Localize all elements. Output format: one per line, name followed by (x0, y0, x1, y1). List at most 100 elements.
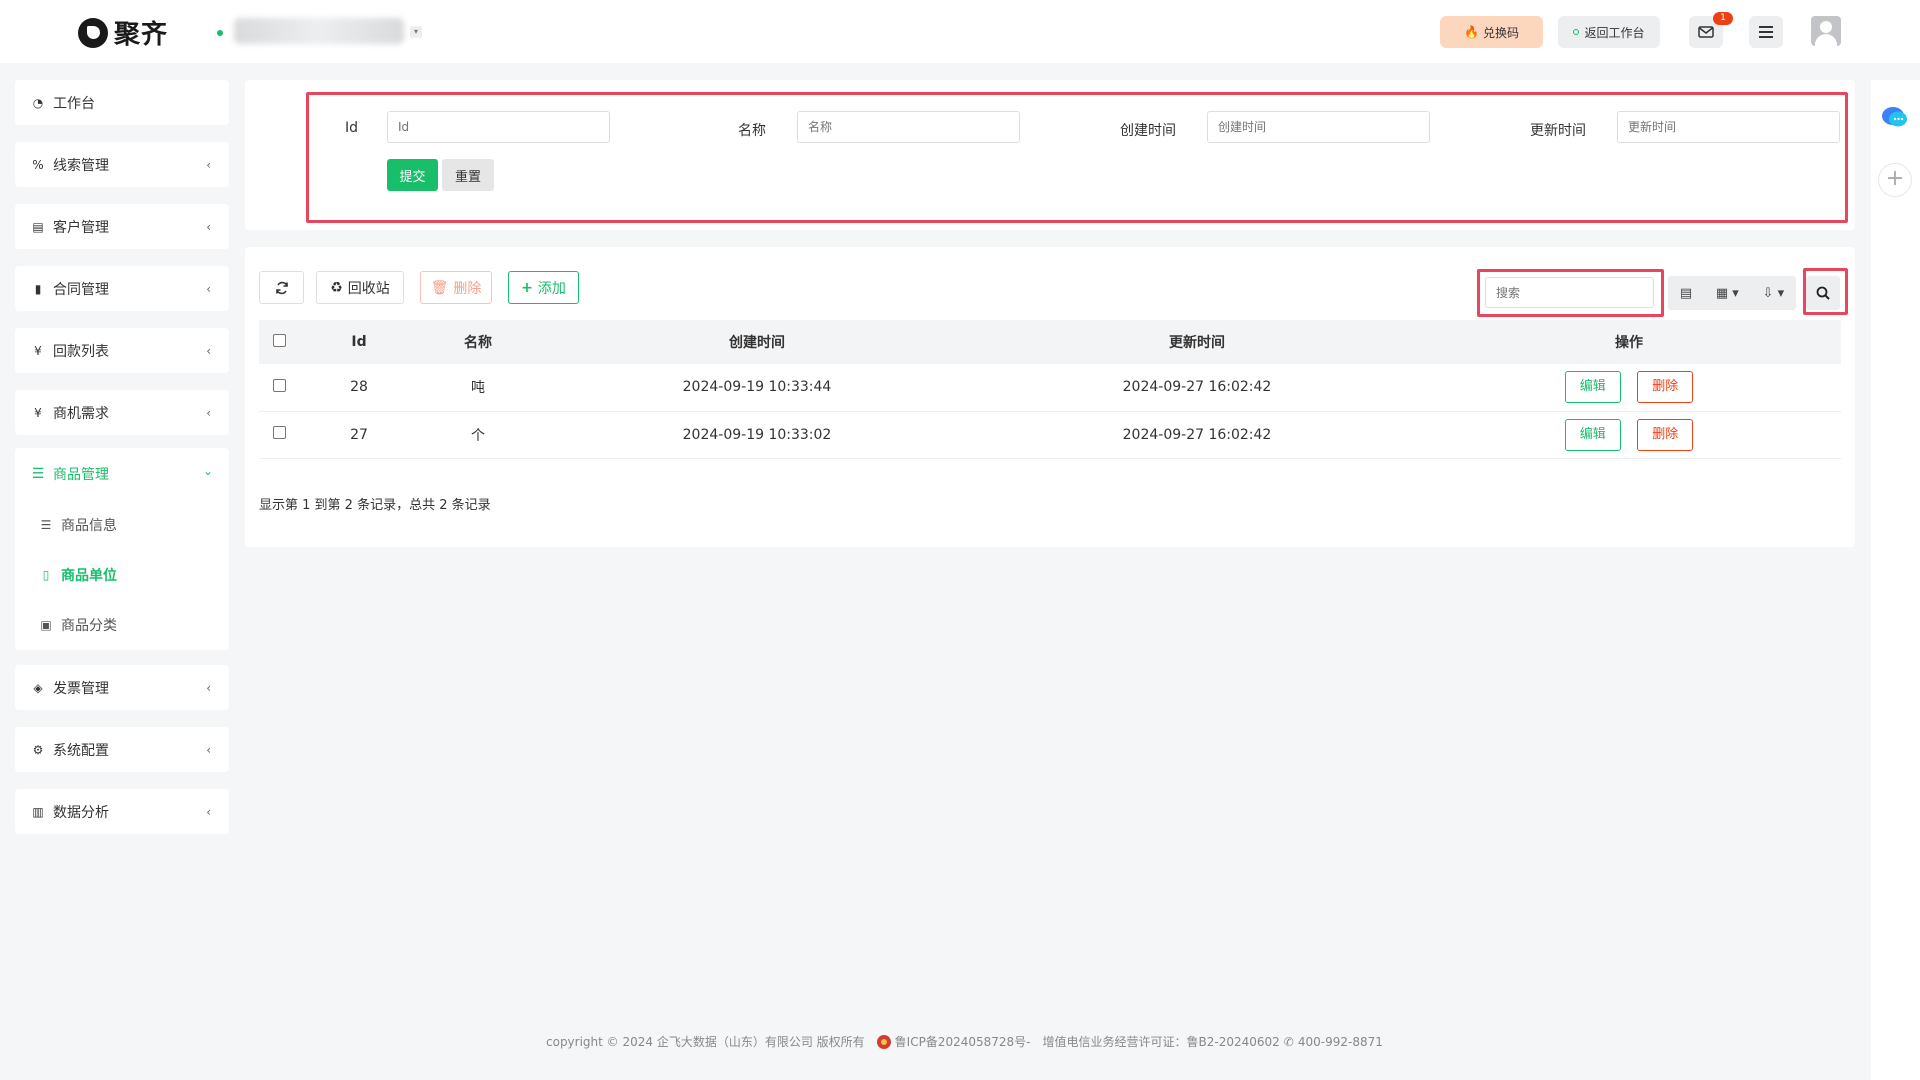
fire-icon: 🔥 (1464, 25, 1479, 39)
sidebar-subitem-product-unit[interactable]: ▯ 商品单位 (39, 565, 117, 585)
sidebar-item-label: 工作台 (53, 95, 95, 112)
recycle-bin-label: 回收站 (347, 280, 390, 297)
bookmark-icon: ▮ (34, 281, 42, 296)
menu-button[interactable] (1749, 16, 1783, 48)
table-row: 28 吨 2024-09-19 10:33:44 2024-09-27 16:0… (259, 364, 1841, 412)
sidebar-item-label: 合同管理 (53, 281, 109, 298)
cell-created: 2024-09-19 10:33:44 (537, 364, 977, 412)
sidebar-group-products: ☰ 商品管理 ⌄ ☰ 商品信息 ▯ 商品单位 ▣ 商品分类 (15, 448, 229, 650)
edit-button[interactable]: 编辑 (1564, 418, 1621, 451)
footer-icp[interactable]: 鲁ICP备2024058728号- (895, 1033, 1031, 1050)
select-all-checkbox[interactable] (272, 333, 286, 347)
footer: copyright © 2024 企飞大数据（山东）有限公司 版权所有 鲁ICP… (546, 1033, 1383, 1050)
sidebar-item-workbench[interactable]: ◔ 工作台 (15, 80, 229, 125)
sidebar-subitem-product-info[interactable]: ☰ 商品信息 (39, 515, 117, 535)
search-highlight-box (1477, 269, 1664, 317)
table-tools: ▤ ▦ ▾ ⇩ ▾ (1668, 276, 1796, 310)
cell-id: 27 (299, 411, 419, 459)
toggle-view-icon[interactable]: ▤ (1680, 286, 1692, 301)
user-avatar[interactable] (1811, 16, 1841, 46)
column-header-name[interactable]: 名称 (419, 320, 537, 364)
edit-button[interactable]: 编辑 (1564, 371, 1621, 404)
footer-license: 增值电信业务经营许可证：鲁B2-20240602 (1042, 1035, 1280, 1049)
add-app-button[interactable]: + (1878, 163, 1912, 197)
row-checkbox[interactable] (272, 378, 286, 392)
back-to-workbench-button[interactable]: 返回工作台 (1558, 16, 1660, 48)
redeem-code-button[interactable]: 🔥 兑换码 (1440, 16, 1543, 48)
delete-button[interactable]: 删除 (1637, 371, 1694, 404)
workspace-dropdown-icon[interactable]: ▾ (410, 26, 422, 38)
pagination-summary: 显示第 1 到第 2 条记录，总共 2 条记录 (259, 498, 491, 513)
gears-icon: ⚙ (32, 742, 44, 757)
column-header-id[interactable]: Id (299, 320, 419, 364)
sidebar-item-analytics[interactable]: ▥ 数据分析 ‹ (15, 789, 229, 834)
sidebar-subitem-label: 商品分类 (61, 618, 117, 634)
list-indent-icon: ☰ (40, 518, 52, 532)
chevron-left-icon: ‹ (206, 680, 211, 695)
sidebar-item-label: 回款列表 (53, 343, 109, 360)
workspace-name-blurred[interactable] (234, 18, 404, 44)
refresh-button[interactable] (259, 271, 304, 304)
footer-copyright: copyright © 2024 企飞大数据（山东）有限公司 版权所有 (546, 1035, 865, 1049)
column-header-created[interactable]: 创建时间 (537, 320, 977, 364)
table-header-row: Id 名称 创建时间 更新时间 操作 (259, 320, 1841, 364)
sidebar-item-opportunities[interactable]: ¥ 商机需求 ‹ (15, 390, 229, 435)
workspace-status-dot (217, 30, 223, 36)
sidebar-item-contracts[interactable]: ▮ 合同管理 ‹ (15, 266, 229, 311)
dashboard-icon: ◔ (32, 95, 44, 110)
sidebar-item-label: 商品管理 (53, 467, 109, 483)
sidebar-item-customers[interactable]: ▤ 客户管理 ‹ (15, 204, 229, 249)
plus-icon: + (1885, 166, 1905, 191)
chevron-left-icon: ‹ (206, 157, 211, 172)
mail-icon (1698, 26, 1714, 38)
mail-count-badge: 1 (1713, 12, 1733, 25)
cell-updated: 2024-09-27 16:02:42 (977, 411, 1417, 459)
sidebar-item-invoices[interactable]: ◈ 发票管理 ‹ (15, 665, 229, 710)
dot-icon (1573, 29, 1580, 35)
select-all-cell (259, 320, 299, 364)
search-button-highlight-box (1803, 268, 1848, 315)
yen-icon: ¥ (34, 405, 42, 420)
columns-icon[interactable]: ▦ ▾ (1716, 286, 1739, 301)
filter-highlight-box (306, 92, 1848, 223)
recycle-icon: ♻ (330, 279, 343, 296)
add-label: 添加 (537, 280, 566, 297)
trash-icon: 🗑 (430, 279, 449, 296)
chat-icon[interactable] (1881, 105, 1909, 129)
bulk-delete-button[interactable]: 🗑 删除 (420, 271, 492, 304)
link-icon: % (32, 157, 44, 172)
chevron-down-icon[interactable]: ⌄ (203, 464, 213, 478)
export-icon[interactable]: ⇩ ▾ (1763, 286, 1785, 301)
brand-name: 聚齐 (114, 20, 169, 50)
yen-icon: ¥ (34, 343, 42, 358)
chevron-left-icon: ‹ (206, 405, 211, 420)
chevron-left-icon: ‹ (206, 219, 211, 234)
cell-actions: 编辑 删除 (1417, 411, 1841, 459)
cell-name: 吨 (419, 364, 537, 412)
column-header-updated[interactable]: 更新时间 (977, 320, 1417, 364)
brand-logo[interactable]: 聚齐 (78, 14, 168, 51)
add-button[interactable]: + 添加 (508, 271, 579, 304)
recycle-bin-button[interactable]: ♻ 回收站 (316, 271, 404, 304)
cell-actions: 编辑 删除 (1417, 364, 1841, 412)
plus-icon: + (521, 279, 533, 296)
sidebar-item-payments[interactable]: ¥ 回款列表 ‹ (15, 328, 229, 373)
sidebar-item-products[interactable]: ☰ 商品管理 (31, 464, 109, 484)
cell-created: 2024-09-19 10:33:02 (537, 411, 977, 459)
sidebar-item-label: 商机需求 (53, 405, 109, 422)
sidebar-item-system-config[interactable]: ⚙ 系统配置 ‹ (15, 727, 229, 772)
cell-id: 28 (299, 364, 419, 412)
footer-phone: 400-992-8871 (1297, 1034, 1383, 1049)
table-row: 27 个 2024-09-19 10:33:02 2024-09-27 16:0… (259, 411, 1841, 459)
delete-button[interactable]: 删除 (1637, 418, 1694, 451)
sidebar-item-label: 客户管理 (53, 219, 109, 236)
calendar-plus-icon: ▣ (40, 618, 52, 632)
column-header-actions: 操作 (1417, 320, 1841, 364)
sidebar-subitem-product-category[interactable]: ▣ 商品分类 (39, 615, 117, 635)
back-to-workbench-label: 返回工作台 (1584, 25, 1645, 40)
chevron-left-icon: ‹ (206, 742, 211, 757)
hamburger-icon (1759, 26, 1773, 38)
row-checkbox[interactable] (272, 426, 286, 439)
sidebar-item-leads[interactable]: % 线索管理 ‹ (15, 142, 229, 187)
logo-icon (78, 17, 108, 48)
